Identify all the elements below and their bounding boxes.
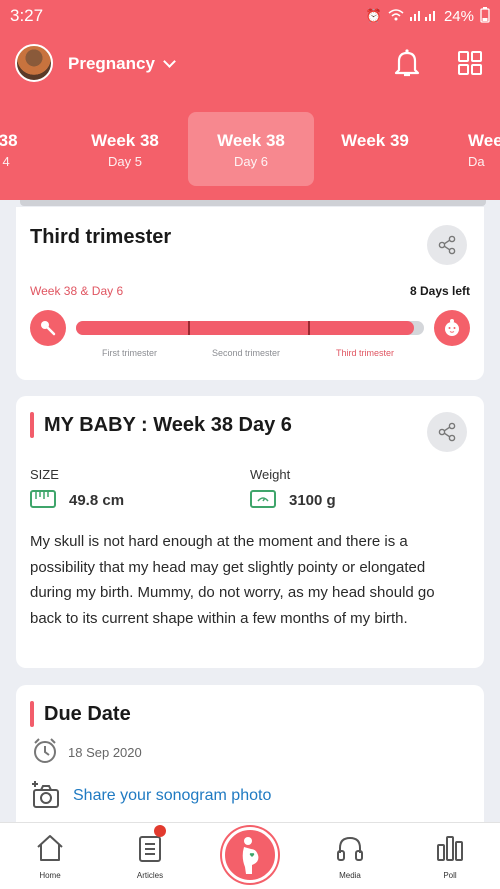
- weight-label: Weight: [250, 467, 291, 482]
- chevron-down-icon: [163, 55, 176, 68]
- grid-icon: [458, 51, 482, 75]
- baby-card: MY BABY : Week 38 Day 6 SIZE 49.8 cm Wei…: [16, 396, 484, 668]
- nav-media[interactable]: Media: [310, 823, 390, 889]
- scale-icon: [250, 490, 276, 508]
- third-trimester-label: Third trimester: [336, 348, 395, 358]
- status-time: 3:27: [10, 6, 44, 25]
- pregnant-woman-icon: [242, 837, 259, 874]
- trimester-progress-fill: [76, 321, 414, 335]
- wifi-icon: [388, 8, 404, 24]
- baby-face-icon: [434, 310, 470, 346]
- nav-poll-label: Poll: [443, 871, 457, 880]
- week-tab[interactable]: Week 39: [312, 112, 438, 186]
- week-tab[interactable]: k 38 y 4: [0, 112, 64, 186]
- accent-bar: [30, 412, 34, 438]
- headphones-icon: [337, 836, 363, 861]
- share-button[interactable]: [427, 412, 467, 452]
- due-date-card: Due Date 18 Sep 2020 Share your sonogram…: [16, 685, 484, 825]
- bell-icon: [394, 49, 420, 77]
- status-bar: 3:27 ⏰ 24%: [0, 0, 500, 32]
- share-sonogram-link[interactable]: Share your sonogram photo: [73, 787, 271, 805]
- add-camera-icon[interactable]: [30, 781, 60, 814]
- profile-switcher[interactable]: Pregnancy: [68, 54, 176, 74]
- week-tab[interactable]: Wee Da: [436, 112, 500, 186]
- nav-articles[interactable]: Articles: [110, 823, 190, 889]
- trimester-card: Third trimester Week 38 & Day 6 8 Days l…: [16, 207, 484, 380]
- scroll-shadow: [20, 200, 486, 206]
- share-icon: [438, 422, 456, 442]
- avatar[interactable]: [15, 44, 53, 82]
- ruler-icon: [30, 490, 56, 508]
- weight-value: 3100 g: [289, 492, 336, 509]
- signal-icon: [409, 9, 438, 24]
- progress-tick: [308, 321, 310, 335]
- share-icon: [438, 235, 456, 255]
- baby-description: My skull is not hard enough at the momen…: [30, 533, 435, 627]
- nav-home-label: Home: [39, 871, 61, 880]
- nav-media-label: Media: [339, 871, 361, 880]
- baby-title: MY BABY : Week 38 Day 6: [44, 414, 292, 436]
- size-value: 49.8 cm: [69, 492, 125, 509]
- week-tabs: k 38 y 4 Week 38 Day 5 Week 38 Day 6 Wee…: [0, 112, 500, 186]
- days-left-label: 8 Days left: [409, 284, 470, 298]
- week-tab[interactable]: Week 38 Day 5: [62, 112, 188, 186]
- notification-dot: [154, 825, 166, 837]
- accent-bar: [30, 701, 34, 727]
- nav-poll[interactable]: Poll: [410, 823, 490, 889]
- notifications-button[interactable]: [393, 48, 421, 78]
- current-week-label: Week 38 & Day 6: [30, 284, 124, 298]
- trimester-progress-bar[interactable]: [76, 321, 424, 335]
- due-date-title: Due Date: [44, 703, 131, 725]
- profile-label: Pregnancy: [68, 54, 155, 73]
- share-button[interactable]: [427, 225, 467, 265]
- poll-icon: [437, 836, 463, 861]
- nav-articles-label: Articles: [136, 871, 164, 880]
- menu-grid-button[interactable]: [458, 51, 482, 75]
- due-date-value: 18 Sep 2020: [68, 745, 142, 760]
- progress-tick: [188, 321, 190, 335]
- trimester-title: Third trimester: [30, 226, 172, 248]
- battery-icon: [480, 6, 490, 26]
- week-tab-selected[interactable]: Week 38 Day 6: [188, 112, 314, 186]
- size-label: SIZE: [30, 467, 59, 482]
- first-trimester-label: First trimester: [102, 348, 157, 358]
- articles-icon: [139, 836, 161, 862]
- battery-percent: 24%: [443, 7, 474, 25]
- rattle-icon: [30, 310, 66, 346]
- status-icons: ⏰ 24%: [365, 6, 490, 26]
- alarm-icon: ⏰: [365, 8, 382, 23]
- second-trimester-label: Second trimester: [212, 348, 281, 358]
- nav-home[interactable]: Home: [10, 823, 90, 889]
- app-header: Pregnancy k 38 y 4 Week 38 Day 5 Week 38…: [0, 32, 500, 200]
- alarm-clock-icon: [32, 737, 58, 770]
- home-icon: [37, 835, 63, 861]
- pregnancy-fab-button[interactable]: [222, 827, 278, 883]
